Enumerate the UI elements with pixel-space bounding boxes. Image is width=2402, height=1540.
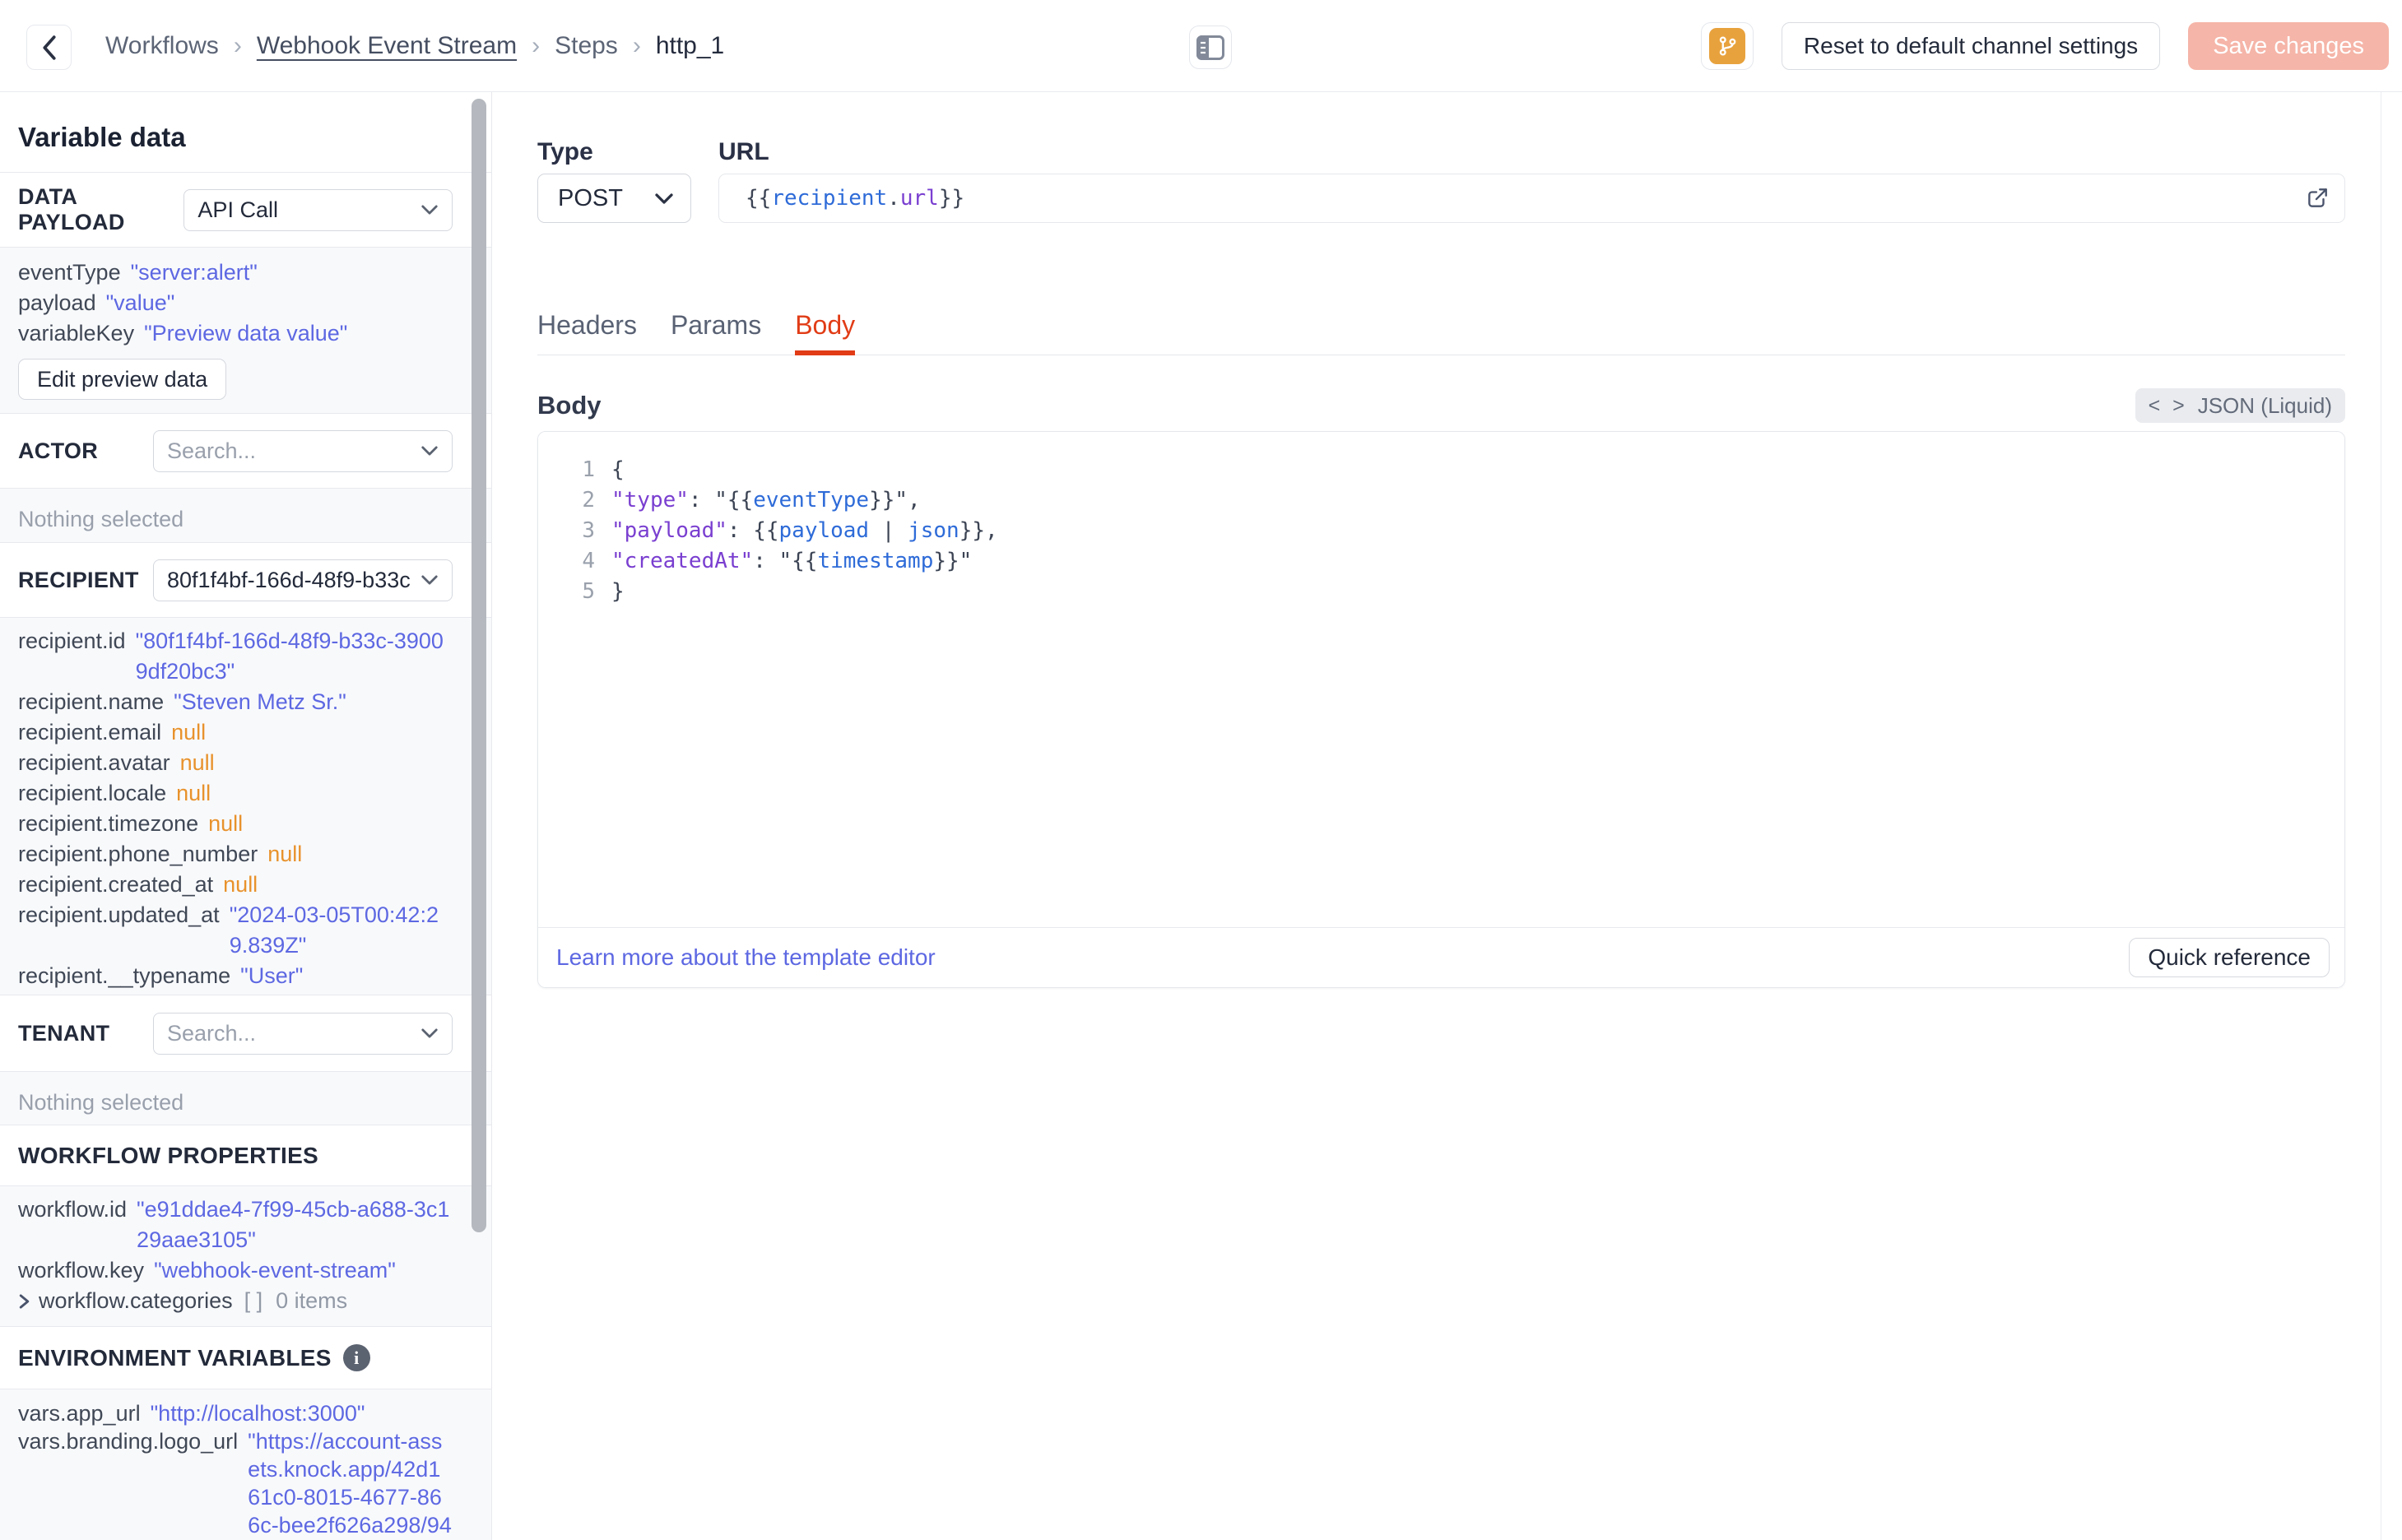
- tab-headers[interactable]: Headers: [537, 310, 637, 355]
- variable-row: recipient.timezone null: [18, 811, 244, 836]
- method-select[interactable]: POST: [537, 174, 691, 223]
- actor-empty-section: Nothing selected: [0, 488, 491, 543]
- body-section-label: Body: [537, 391, 602, 420]
- actor-empty-text: Nothing selected: [18, 507, 184, 531]
- actor-select[interactable]: Search...: [153, 429, 453, 472]
- variable-data-sidebar: Variable data DATA PAYLOAD API Call even…: [0, 92, 492, 1540]
- code-editor[interactable]: 1 { 2 "type": "{{eventType}}", 3 "payloa…: [538, 432, 2344, 927]
- save-changes-button[interactable]: Save changes: [2188, 22, 2389, 70]
- url-input[interactable]: {{recipient.url}}: [718, 174, 2345, 223]
- language-badge: < > JSON (Liquid): [2135, 388, 2345, 423]
- variable-row: recipient.name "Steven Metz Sr.": [18, 689, 346, 714]
- chevron-left-icon: [41, 35, 58, 61]
- method-field: Type POST: [537, 138, 691, 223]
- panel-left-icon: [1196, 35, 1224, 60]
- code-line: 5 }: [582, 579, 625, 604]
- actor-label: ACTOR: [18, 438, 99, 463]
- sidebar-header: Variable data: [0, 92, 491, 173]
- git-branch-icon: [1708, 28, 1745, 64]
- variable-row: recipient.avatar null: [18, 750, 215, 775]
- info-icon[interactable]: i: [342, 1344, 370, 1371]
- workflow-properties-header: WORKFLOW PROPERTIES: [0, 1125, 491, 1185]
- request-config-row: Type POST URL {{recipient.url}}: [537, 92, 2345, 223]
- tenant-select[interactable]: Search...: [153, 1012, 453, 1055]
- edit-preview-data-button[interactable]: Edit preview data: [18, 359, 227, 400]
- variable-row: eventType "server:alert": [18, 260, 258, 285]
- data-payload-label: DATA PAYLOAD: [18, 184, 125, 234]
- recipient-preview-section: recipient.id "80f1f4bf-166d-48f9-b33c-39…: [0, 617, 491, 995]
- variable-row: payload "value": [18, 290, 175, 315]
- variable-row: workflow.id "e91ddae4-7f99-45cb-a688-3c1…: [18, 1197, 450, 1252]
- code-line: 3 "payload": {{payload | json}},: [582, 518, 998, 543]
- url-label: URL: [718, 138, 769, 165]
- breadcrumb-webhook-event-stream[interactable]: Webhook Event Stream: [257, 32, 517, 60]
- variable-row: recipient.created_at null: [18, 872, 258, 897]
- payload-preview-section: eventType "server:alert" payload "value"…: [0, 247, 491, 414]
- template-editor-panel: 1 { 2 "type": "{{eventType}}", 3 "payloa…: [537, 431, 2345, 988]
- environment-variables-section: vars.app_url "http://localhost:3000" var…: [0, 1389, 491, 1540]
- step-editor-main: Type POST URL {{recipient.url}} Headers …: [492, 92, 2402, 1540]
- variable-row: recipient.updated_at "2024-03-05T00:42:2…: [18, 902, 439, 958]
- recipient-row: RECIPIENT 80f1f4bf-166d-48f9-b33c: [0, 543, 491, 617]
- recipient-select[interactable]: 80f1f4bf-166d-48f9-b33c: [153, 559, 453, 601]
- code-line: 4 "createdAt": "{{timestamp}}": [582, 549, 973, 573]
- topbar: Workflows › Webhook Event Stream › Steps…: [0, 0, 2402, 92]
- chevron-down-icon: [420, 1027, 439, 1039]
- sidebar-scrollbar[interactable]: [472, 99, 486, 1232]
- chevron-down-icon: [654, 192, 674, 205]
- url-field: URL {{recipient.url}}: [718, 138, 2345, 223]
- tenant-empty-text: Nothing selected: [18, 1089, 184, 1115]
- breadcrumb-separator-icon: ›: [532, 32, 541, 59]
- main-scrollbar-gutter[interactable]: [2381, 92, 2402, 1540]
- breadcrumb-steps[interactable]: Steps: [555, 32, 618, 60]
- reset-channel-settings-button[interactable]: Reset to default channel settings: [1781, 22, 2161, 70]
- url-value: {{recipient.url}}: [746, 186, 965, 211]
- actor-row: ACTOR Search...: [0, 414, 491, 488]
- angle-brackets-icon: < >: [2148, 393, 2188, 417]
- tenant-empty-section: Nothing selected: [0, 1071, 491, 1125]
- chevron-down-icon: [420, 445, 439, 457]
- sidebar-title: Variable data: [18, 122, 186, 152]
- variable-row: recipient.locale null: [18, 781, 211, 805]
- template-editor-docs-link[interactable]: Learn more about the template editor: [556, 944, 936, 971]
- environment-variables-header: ENVIRONMENT VARIABLES i: [0, 1327, 491, 1389]
- breadcrumb-workflows[interactable]: Workflows: [105, 32, 219, 60]
- breadcrumb-http-1: http_1: [655, 32, 725, 59]
- external-link-icon[interactable]: [2305, 186, 2330, 211]
- data-payload-row: DATA PAYLOAD API Call: [0, 173, 491, 247]
- back-button[interactable]: [26, 25, 72, 70]
- tab-params[interactable]: Params: [671, 310, 761, 355]
- variable-row: recipient.email null: [18, 720, 207, 744]
- editor-footer: Learn more about the template editor Qui…: [538, 927, 2344, 987]
- workflow-categories-row[interactable]: workflow.categories [ ] 0 items: [18, 1286, 453, 1316]
- variable-row: recipient.__typename "User": [18, 963, 304, 988]
- chevron-right-icon: [18, 1293, 30, 1310]
- recipient-label: RECIPIENT: [18, 567, 139, 592]
- code-line: 2 "type": "{{eventType}}",: [582, 488, 921, 513]
- request-tabs: Headers Params Body: [537, 310, 2345, 355]
- toggle-sidebar-button[interactable]: [1189, 26, 1232, 69]
- variable-row: recipient.id "80f1f4bf-166d-48f9-b33c-39…: [18, 629, 444, 684]
- quick-reference-button[interactable]: Quick reference: [2129, 938, 2330, 977]
- tenant-label: TENANT: [18, 1020, 110, 1046]
- data-payload-select[interactable]: API Call: [184, 188, 453, 231]
- variable-row: vars.app_url "http://localhost:3000": [18, 1401, 365, 1426]
- variable-row: workflow.key "webhook-event-stream": [18, 1258, 396, 1283]
- type-label: Type: [537, 138, 593, 165]
- commit-status-button[interactable]: [1700, 22, 1754, 70]
- chevron-down-icon: [420, 574, 439, 586]
- workflow-properties-section: workflow.id "e91ddae4-7f99-45cb-a688-3c1…: [0, 1185, 491, 1327]
- tenant-row: TENANT Search...: [0, 995, 491, 1071]
- body-section-header: Body < > JSON (Liquid): [537, 388, 2345, 423]
- breadcrumb-separator-icon: ›: [233, 32, 242, 59]
- chevron-down-icon: [420, 204, 439, 216]
- topbar-actions: Reset to default channel settings Save c…: [1700, 22, 2389, 70]
- tab-body[interactable]: Body: [795, 310, 856, 355]
- variable-row: recipient.phone_number null: [18, 842, 303, 866]
- breadcrumb-separator-icon: ›: [632, 32, 641, 59]
- variable-row: vars.branding.logo_url "https://account-…: [18, 1429, 452, 1538]
- variable-row: variableKey "Preview data value": [18, 321, 348, 346]
- code-line: 1 {: [582, 457, 625, 482]
- breadcrumb: Workflows › Webhook Event Stream › Steps…: [105, 0, 724, 92]
